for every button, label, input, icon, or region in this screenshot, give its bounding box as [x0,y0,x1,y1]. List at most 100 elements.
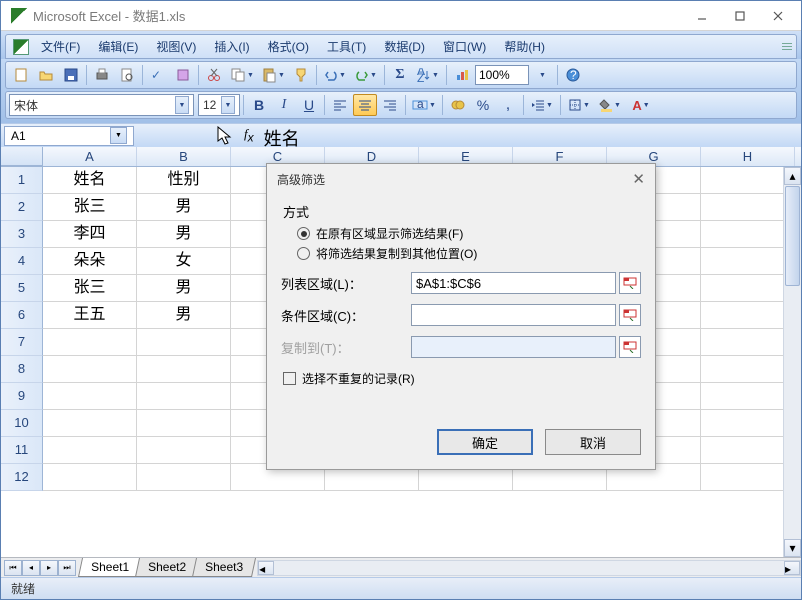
merge-button[interactable]: a▼ [409,94,439,116]
menu-edit[interactable]: 编辑(E) [89,35,147,58]
cell[interactable] [701,275,795,302]
row-header[interactable]: 3 [1,221,43,248]
cell[interactable] [701,356,795,383]
menu-file[interactable]: 文件(F) [32,35,89,58]
row-header[interactable]: 1 [1,167,43,194]
menu-view[interactable]: 视图(V) [147,35,205,58]
vertical-scrollbar[interactable]: ▴ ▾ [783,167,801,557]
indent-button[interactable]: ▼ [527,94,557,116]
ok-button[interactable]: 确定 [437,429,533,455]
list-range-input[interactable] [411,272,616,294]
cell[interactable] [701,194,795,221]
col-header[interactable]: H [701,147,795,166]
cell[interactable] [137,437,231,464]
cell[interactable] [137,383,231,410]
row-header[interactable]: 12 [1,464,43,491]
select-all-corner[interactable] [1,147,43,166]
cell[interactable]: 张三 [43,194,137,221]
align-right-button[interactable] [378,94,402,116]
row-header[interactable]: 2 [1,194,43,221]
row-header[interactable]: 6 [1,302,43,329]
cell[interactable]: 性别 [137,167,231,194]
cell[interactable]: 女 [137,248,231,275]
col-header[interactable]: A [43,147,137,166]
print-icon[interactable] [90,64,114,86]
zoom-dropdown[interactable]: ▼ [530,64,554,86]
minimize-button[interactable] [683,4,721,28]
preview-icon[interactable] [115,64,139,86]
tab-next-button[interactable]: ▸ [40,560,58,576]
criteria-range-ref-button[interactable] [619,304,641,326]
cell[interactable]: 张三 [43,275,137,302]
tab-last-button[interactable]: ⏭ [58,560,76,576]
save-icon[interactable] [59,64,83,86]
align-center-button[interactable] [353,94,377,116]
cell[interactable]: 王五 [43,302,137,329]
dialog-titlebar[interactable]: 高级筛选 ✕ [267,164,655,194]
cell[interactable]: 男 [137,302,231,329]
bold-button[interactable]: B [247,94,271,116]
cell[interactable]: 姓名 [43,167,137,194]
cell[interactable] [701,437,795,464]
cell[interactable] [43,329,137,356]
font-color-button[interactable]: A▼ [626,94,656,116]
copy-to-location-radio[interactable]: 将筛选结果复制到其他位置(O) [297,245,641,262]
list-range-ref-button[interactable] [619,272,641,294]
menu-tools[interactable]: 工具(T) [318,35,375,58]
currency-button[interactable] [446,94,470,116]
cell[interactable] [701,221,795,248]
scroll-down-button[interactable]: ▾ [784,539,801,557]
font-name-box[interactable]: 宋体▼ [9,94,194,116]
format-painter-icon[interactable] [289,64,313,86]
filter-in-place-radio[interactable]: 在原有区域显示筛选结果(F) [297,225,641,242]
maximize-button[interactable] [721,4,759,28]
cancel-button[interactable]: 取消 [545,429,641,455]
criteria-range-input[interactable] [411,304,616,326]
menu-window[interactable]: 窗口(W) [434,35,495,58]
undo-icon[interactable]: ▼ [320,64,350,86]
cut-icon[interactable] [202,64,226,86]
dialog-close-button[interactable]: ✕ [632,170,645,188]
sort-icon[interactable]: AZ▼ [413,64,443,86]
tab-prev-button[interactable]: ◂ [22,560,40,576]
cell[interactable] [701,464,795,491]
cell[interactable]: 朵朵 [43,248,137,275]
research-icon[interactable] [171,64,195,86]
name-box[interactable]: A1▼ [4,126,134,146]
cell[interactable] [43,410,137,437]
cell[interactable] [137,356,231,383]
sum-icon[interactable]: Σ [388,64,412,86]
sheet-tab[interactable]: Sheet2 [135,558,199,577]
cell[interactable] [43,464,137,491]
cell[interactable]: 男 [137,221,231,248]
menu-format[interactable]: 格式(O) [259,35,318,58]
cell[interactable] [43,383,137,410]
paste-icon[interactable]: ▼ [258,64,288,86]
align-left-button[interactable] [328,94,352,116]
scroll-thumb[interactable] [785,186,800,286]
row-header[interactable]: 4 [1,248,43,275]
copy-to-input[interactable] [411,336,616,358]
scroll-left-button[interactable]: ◂ [258,561,274,575]
cell[interactable]: 李四 [43,221,137,248]
help-icon[interactable]: ? [561,64,585,86]
menu-data[interactable]: 数据(D) [375,35,434,58]
row-header[interactable]: 9 [1,383,43,410]
comma-button[interactable]: , [496,94,520,116]
zoom-box[interactable]: 100% [475,65,529,85]
cell[interactable] [701,410,795,437]
cell[interactable] [43,437,137,464]
spell-icon[interactable]: ✓ [146,64,170,86]
cell[interactable] [43,356,137,383]
cell[interactable]: 男 [137,275,231,302]
close-button[interactable] [759,4,797,28]
cell[interactable]: 男 [137,194,231,221]
unique-records-checkbox[interactable]: 选择不重复的记录(R) [283,370,641,387]
cell[interactable] [701,302,795,329]
menu-help[interactable]: 帮助(H) [495,35,554,58]
horizontal-scrollbar[interactable]: ◂ ▸ [257,560,801,576]
row-header[interactable]: 7 [1,329,43,356]
row-header[interactable]: 5 [1,275,43,302]
cell[interactable] [137,410,231,437]
cell[interactable] [701,248,795,275]
